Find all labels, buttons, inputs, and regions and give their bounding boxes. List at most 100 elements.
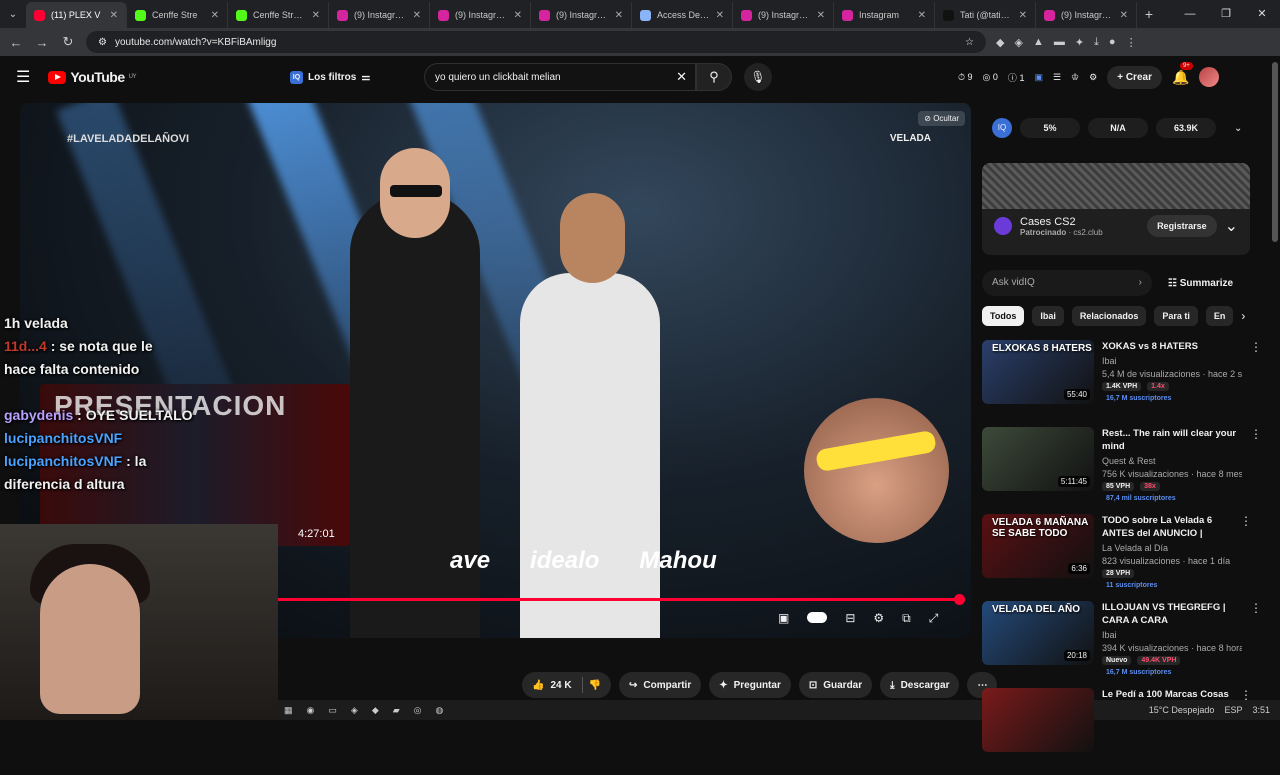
recommendation-item[interactable]: ELXOKAS 8 HATERS 55:40 XOKAS vs 8 HATERS… (982, 340, 1262, 420)
video-options-icon[interactable]: ⋮ (1240, 688, 1252, 768)
filters-button[interactable]: IQ Los filtros ⚌ (290, 70, 370, 84)
close-tab-icon[interactable]: ✕ (1019, 10, 1027, 21)
video-title[interactable]: Rest... The rain will clear your mind (1102, 427, 1242, 453)
new-tab-button[interactable]: + (1137, 6, 1161, 22)
url-field[interactable]: ⚙ youtube.com/watch?v=KBFiBAmligg ☆ (86, 31, 986, 53)
autoplay-toggle[interactable] (807, 612, 828, 623)
subtitles-icon[interactable]: ⊟ (845, 611, 855, 626)
create-button[interactable]: + Crear (1107, 65, 1162, 89)
extension-icon[interactable]: ◆ (996, 36, 1004, 49)
close-tab-icon[interactable]: ✕ (615, 10, 623, 21)
video-title[interactable]: Le Pedí a 100 Marcas Cosas (1102, 688, 1232, 701)
save-button[interactable]: ⊡ Guardar (798, 672, 873, 698)
minimize-icon[interactable]: — (1172, 0, 1208, 28)
ask-vidiq-input[interactable]: Ask vidIQ › (982, 270, 1152, 296)
chip-relacionados[interactable]: Relacionados (1071, 306, 1147, 326)
download-icon[interactable]: ⤓ (1094, 36, 1099, 49)
video-options-icon[interactable]: ⋮ (1240, 514, 1252, 594)
extension-icon[interactable]: ⚙ (1089, 72, 1097, 83)
close-tab-icon[interactable]: ✕ (312, 10, 320, 21)
chip-ibai[interactable]: Ibai (1032, 306, 1064, 326)
close-tab-icon[interactable]: ✕ (918, 10, 926, 21)
browser-tab[interactable]: (11) PLEX V ✕ (26, 2, 127, 28)
vidiq-logo[interactable]: IQ (992, 118, 1012, 138)
video-progress-bar[interactable] (278, 594, 965, 605)
chrome-icon[interactable]: ◎ (414, 705, 422, 716)
search-button[interactable]: ⚲ (696, 63, 732, 91)
browser-tab[interactable]: (9) Instagram ✕ (430, 2, 531, 28)
vidiq-player-icon[interactable]: ▣ (778, 611, 789, 626)
progress-scrubber[interactable] (954, 594, 965, 605)
video-options-icon[interactable]: ⋮ (1250, 601, 1262, 681)
trophy-icon[interactable]: ♔ (1071, 72, 1079, 83)
avatar[interactable] (1199, 67, 1220, 87)
fullscreen-icon[interactable]: ⤢ (929, 611, 939, 626)
close-tab-icon[interactable]: ✕ (110, 10, 118, 21)
video-options-icon[interactable]: ⋮ (1250, 340, 1262, 420)
settings-gear-icon[interactable]: ⚙ (873, 611, 884, 626)
site-info-icon[interactable]: ⚙ (98, 37, 107, 48)
browser-tab[interactable]: Instagram ✕ (834, 2, 935, 28)
close-tab-icon[interactable]: ✕ (514, 10, 522, 21)
extension-icon[interactable]: ◈ (1014, 36, 1022, 49)
browser-tab[interactable]: Cenffe Stre ✕ (127, 2, 228, 28)
close-tab-icon[interactable]: ✕ (413, 10, 421, 21)
channel-name[interactable]: Ibai (1102, 356, 1242, 366)
chip-en[interactable]: En (1205, 306, 1234, 326)
browser-tab[interactable]: Tati (@tatiana ✕ (935, 2, 1036, 28)
clock[interactable]: 3:51 (1252, 705, 1270, 715)
taskbar-app-icon[interactable]: ▦ (284, 705, 293, 716)
browser-tab[interactable]: (9) Instagram ✕ (1036, 2, 1137, 28)
voice-search-button[interactable]: 🎙 (744, 63, 772, 91)
video-thumbnail[interactable] (982, 688, 1094, 752)
youtube-logo[interactable]: YouTube UY (48, 69, 137, 85)
hide-overlay-button[interactable]: ⊘ Ocultar (918, 111, 965, 126)
restore-icon[interactable]: ❐ (1208, 0, 1244, 28)
recommendation-item[interactable]: 5:11:45 Rest... The rain will clear your… (982, 427, 1262, 507)
chevron-right-icon[interactable]: › (1241, 306, 1245, 326)
register-button[interactable]: Registrarse (1147, 215, 1217, 237)
chip-todos[interactable]: Todos (982, 306, 1025, 326)
video-thumbnail[interactable]: VELADA DEL AÑO 20:18 (982, 601, 1094, 665)
taskbar-app-icon[interactable]: ▭ (328, 705, 337, 716)
thumbs-down-icon[interactable]: 👎 (589, 680, 601, 691)
close-tab-icon[interactable]: ✕ (1120, 10, 1128, 21)
back-icon[interactable]: ← (8, 35, 24, 50)
more-icon[interactable]: ⋮ (1126, 36, 1137, 49)
reload-icon[interactable]: ↻ (60, 34, 76, 50)
notifications-bell-icon[interactable]: 🔔 9+ (1172, 61, 1193, 86)
puzzle-icon[interactable]: ✦ (1075, 36, 1084, 49)
extension-icon[interactable]: ▬ (1054, 36, 1065, 49)
search-input[interactable]: yo quiero un clickbait melian ✕ (424, 63, 696, 91)
tab-search-icon[interactable]: ⌄ (0, 9, 26, 20)
taskbar-app-icon[interactable]: ◍ (436, 705, 444, 716)
list-icon[interactable]: ☰ (1053, 72, 1061, 83)
browser-tab[interactable]: Access Denied ✕ (632, 2, 733, 28)
like-button[interactable]: 👍 24 K 👎 (522, 672, 612, 698)
browser-tab[interactable]: (9) Instagram ✕ (329, 2, 430, 28)
scrollbar[interactable] (1272, 62, 1278, 242)
forward-icon[interactable]: → (34, 35, 50, 50)
recommendation-item[interactable]: VELADA DEL AÑO 20:18 ILLOJUAN VS THEGREF… (982, 601, 1262, 681)
taskbar-app-icon[interactable]: ◉ (307, 705, 315, 716)
video-thumbnail[interactable]: ELXOKAS 8 HATERS 55:40 (982, 340, 1094, 404)
folder-icon[interactable]: ▰ (393, 705, 400, 716)
channel-name[interactable]: Ibai (1102, 630, 1242, 640)
close-tab-icon[interactable]: ✕ (716, 10, 724, 21)
close-tab-icon[interactable]: ✕ (817, 10, 825, 21)
bookmark-star-icon[interactable]: ☆ (965, 37, 974, 48)
chevron-down-icon[interactable]: ⌄ (1234, 123, 1242, 134)
video-thumbnail[interactable]: 5:11:45 (982, 427, 1094, 491)
clear-search-icon[interactable]: ✕ (676, 69, 687, 85)
vidiq-icon[interactable]: ▣ (1034, 72, 1043, 83)
recommendation-item[interactable]: Le Pedí a 100 Marcas Cosas ⋮ (982, 688, 1252, 768)
channel-name[interactable]: La Velada al Día (1102, 543, 1232, 553)
profile-icon[interactable]: ● (1109, 36, 1116, 49)
taskbar-app-icon[interactable]: ◈ (351, 705, 358, 716)
video-thumbnail[interactable]: VELADA 6 MAÑANA SE SABE TODO 6:36 (982, 514, 1094, 578)
chip-para-ti[interactable]: Para ti (1154, 306, 1198, 326)
browser-tab[interactable]: (9) Instagram ✕ (733, 2, 834, 28)
extension-icon[interactable]: ▲ (1033, 36, 1044, 49)
share-button[interactable]: ↪ Compartir (619, 672, 702, 698)
sponsored-ad[interactable]: Cases CS2 Patrocinado · cs2.club Registr… (982, 163, 1250, 255)
